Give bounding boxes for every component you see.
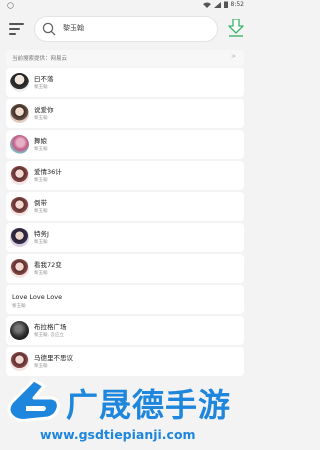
header: 黎玉翰 (0, 12, 250, 46)
avatar (10, 228, 29, 247)
watermark-url: www.gsdtiepianji.com (40, 427, 196, 442)
search-input[interactable]: 黎玉翰 (34, 16, 218, 42)
avatar (10, 259, 29, 278)
search-icon (42, 22, 56, 36)
search-source-bar[interactable]: 当前搜索提供：网易云 > (6, 50, 244, 66)
list-item[interactable]: 说爱你 黎玉翰 (6, 99, 244, 128)
signal-icon (213, 1, 221, 8)
song-artist: 黎玉翰 (34, 85, 48, 90)
list-item[interactable]: 爱情36计 黎玉翰 (6, 161, 244, 190)
watermark-logo (7, 378, 60, 422)
avatar (10, 352, 29, 371)
song-title: Love Love Love (12, 293, 63, 301)
list-item[interactable]: 舞娘 黎玉翰 (6, 130, 244, 159)
list-item[interactable]: 特务J 黎玉翰 (6, 223, 244, 252)
chevron-right-icon: > (230, 53, 236, 60)
search-source-label: 当前搜索提供：网易云 (12, 56, 68, 62)
song-artist: 黎玉翰 (12, 304, 26, 309)
song-title: 曰不落 (34, 75, 54, 83)
song-artist: 黎玉翰 (34, 240, 48, 245)
song-title: 倒带 (34, 199, 47, 207)
song-artist: 黎玉翰 (34, 147, 48, 152)
list-item[interactable]: Love Love Love 黎玉翰 (6, 285, 244, 314)
song-title: 马德里不思议 (34, 354, 73, 362)
song-title: 特务J (34, 230, 49, 238)
song-title: 看我72变 (34, 261, 62, 269)
avatar (10, 135, 29, 154)
song-artist: 黎玉翰 (34, 209, 48, 214)
song-artist: 黎玉翰 (34, 364, 48, 369)
song-artist: 黎玉翰 (34, 116, 48, 121)
song-artist: 黎玉翰 (34, 178, 48, 183)
download-icon[interactable] (228, 19, 244, 37)
song-title: 说爱你 (34, 106, 54, 114)
watermark: 广晟德手游 www.gsdtiepianji.com (0, 372, 250, 450)
menu-icon (9, 23, 24, 25)
watermark-brand: 广晟德手游 (66, 386, 232, 424)
search-query: 黎玉翰 (63, 24, 84, 32)
list-item[interactable]: 看我72变 黎玉翰 (6, 254, 244, 283)
song-title: 爱情36计 (34, 168, 62, 176)
list-item[interactable]: 布拉格广场 黎玉翰, 吾应立 (6, 316, 244, 345)
avatar (10, 73, 29, 92)
notification-icon: ◯ (7, 2, 14, 9)
battery-icon (223, 1, 228, 8)
status-bar: ◯ 8:52 (0, 0, 250, 12)
song-title: 布拉格广场 (34, 323, 67, 331)
list-item[interactable]: 曰不落 黎玉翰 (6, 68, 244, 97)
list-item[interactable]: 倒带 黎玉翰 (6, 192, 244, 221)
wifi-icon (202, 2, 211, 8)
avatar (10, 197, 29, 216)
menu-button[interactable] (9, 20, 25, 36)
avatar (10, 321, 29, 340)
song-artist: 黎玉翰, 吾应立 (34, 333, 64, 338)
avatar (10, 104, 29, 123)
status-time: 8:52 (230, 1, 244, 8)
song-title: 舞娘 (34, 137, 47, 145)
avatar (10, 166, 29, 185)
song-artist: 黎玉翰 (34, 271, 48, 276)
